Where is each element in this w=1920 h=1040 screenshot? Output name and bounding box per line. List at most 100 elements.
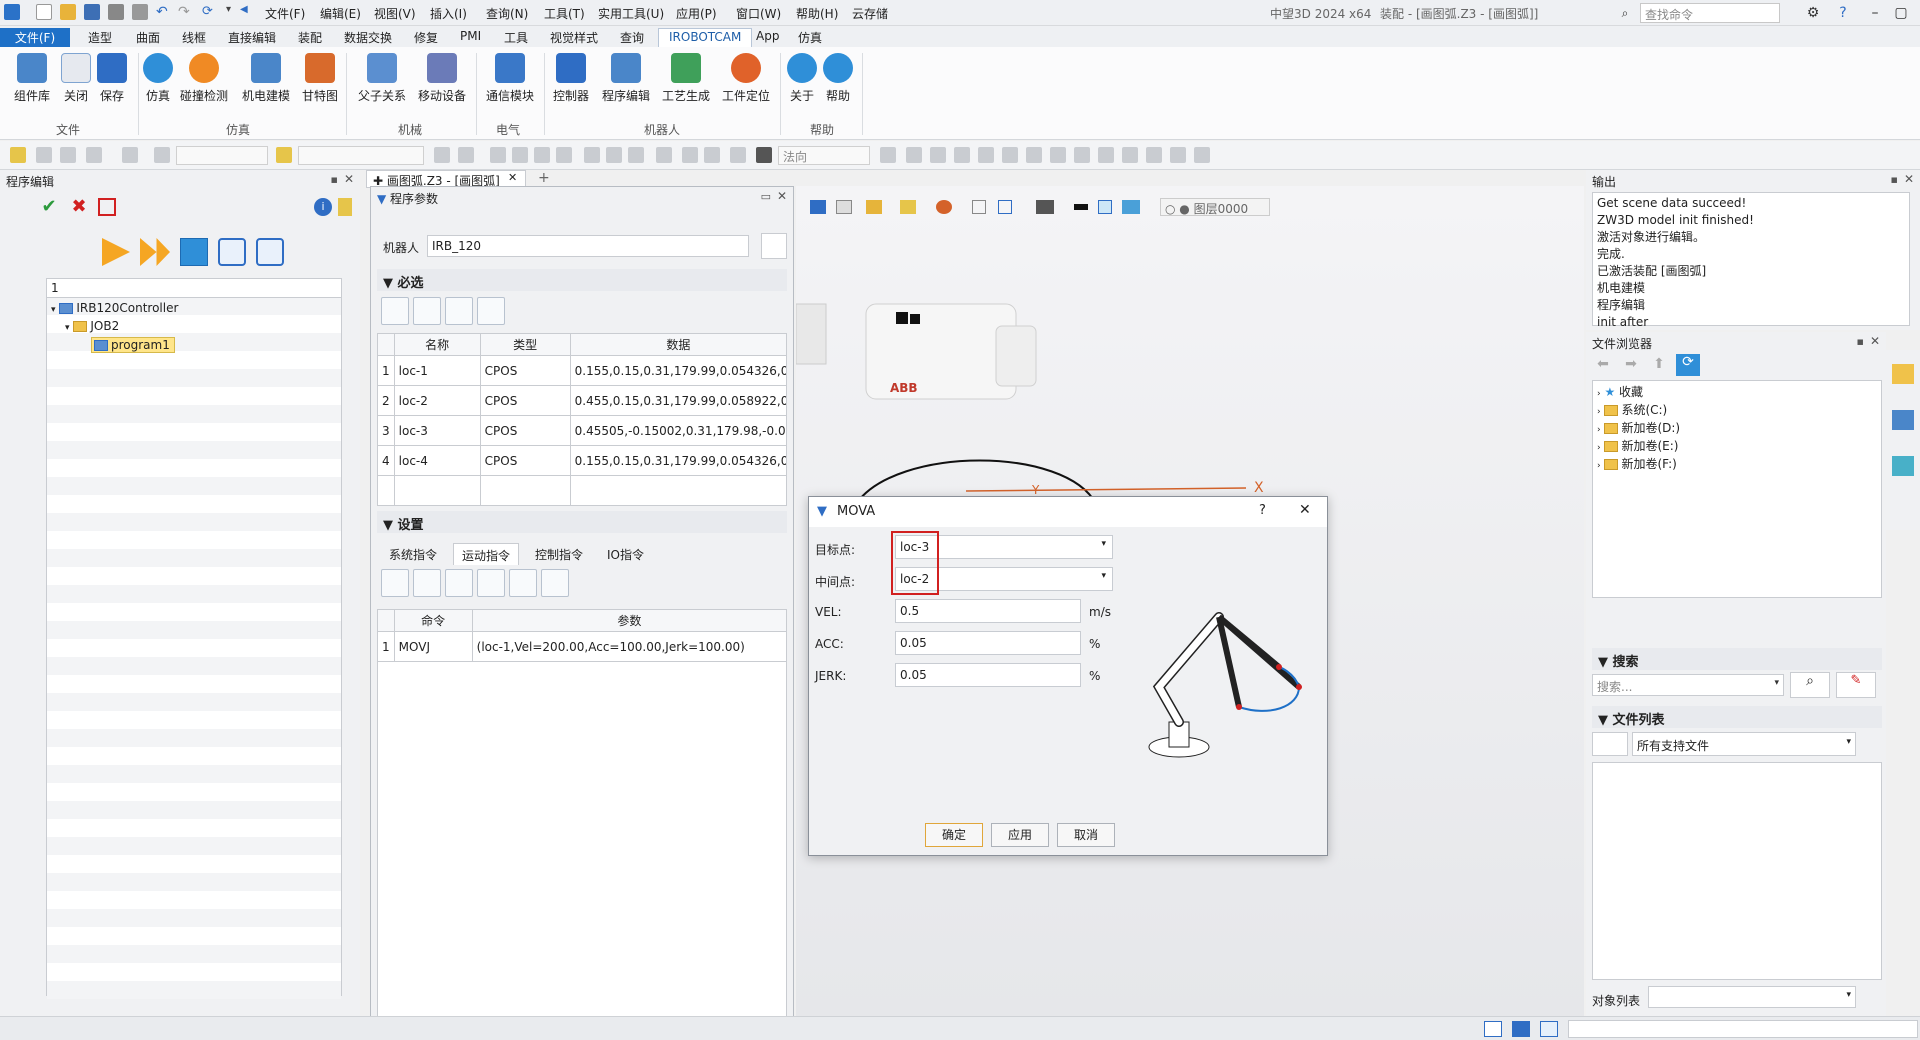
color-swatch-icon[interactable] xyxy=(1098,200,1112,214)
menu-window[interactable]: 窗口(W) xyxy=(736,5,781,22)
snap-2-icon[interactable] xyxy=(512,147,528,163)
tree-item-drive-c[interactable]: › 系统(C:) xyxy=(1597,401,1667,418)
tab-modeling[interactable]: 造型 xyxy=(78,28,122,47)
object-list-combo[interactable]: ▾ xyxy=(1648,986,1856,1008)
tool-k-icon[interactable] xyxy=(1122,147,1138,163)
menu-insert[interactable]: 插入(I) xyxy=(430,5,467,22)
subtab-system[interactable]: 系统指令 xyxy=(381,543,445,565)
help-button[interactable]: 帮助 xyxy=(816,51,860,115)
restore-button[interactable]: ▢ xyxy=(1888,2,1914,24)
mechatronic-model-button[interactable]: 机电建模 xyxy=(238,51,294,115)
pin-icon[interactable]: ▪ xyxy=(1891,173,1898,186)
add-location-icon[interactable] xyxy=(381,297,409,325)
movj-cycle-icon[interactable] xyxy=(381,569,409,597)
program-edit-button[interactable]: 程序编辑 xyxy=(598,51,654,115)
tool-j-icon[interactable] xyxy=(1098,147,1114,163)
tool-l-icon[interactable] xyxy=(1146,147,1162,163)
layer-combo[interactable]: ○ ● 图层0000 xyxy=(1160,198,1270,216)
minimize-button[interactable]: – xyxy=(1862,2,1888,24)
simulate-button[interactable]: 仿真 xyxy=(134,51,182,115)
line-number-field[interactable]: 1 xyxy=(46,278,342,298)
step-into-icon[interactable] xyxy=(218,238,246,266)
tree-item-program[interactable]: program1 xyxy=(91,337,175,353)
tool-f-icon[interactable] xyxy=(1002,147,1018,163)
clear-icon[interactable] xyxy=(98,198,116,216)
snap-6-icon[interactable] xyxy=(606,147,622,163)
view-render-icon[interactable] xyxy=(900,200,916,214)
table-row[interactable]: 4 loc-4 CPOS 0.155,0.15,0.31,179.99,0.05432… xyxy=(377,445,788,476)
select-arrow-icon[interactable] xyxy=(10,147,26,163)
menu-file[interactable]: 文件(F) xyxy=(265,5,305,22)
tab-irobotcam[interactable]: IROBOTCAM xyxy=(658,28,753,47)
crosshair-icon[interactable] xyxy=(36,147,52,163)
process-generate-button[interactable]: 工艺生成 xyxy=(658,51,714,115)
output-log[interactable]: Get scene data succeed! ZW3D model init … xyxy=(1592,192,1910,329)
delete-x-icon[interactable]: ✖ xyxy=(68,196,90,218)
tool-c-icon[interactable] xyxy=(930,147,946,163)
subtab-control[interactable]: 控制指令 xyxy=(527,543,591,565)
check-icon[interactable]: ✔ xyxy=(38,196,60,218)
file-list-section-header[interactable]: ▼ 文件列表 xyxy=(1592,706,1882,728)
tab-repair[interactable]: 修复 xyxy=(404,28,448,47)
menu-help[interactable]: 帮助(H) xyxy=(796,5,838,22)
line-style-icon[interactable] xyxy=(1074,204,1088,210)
view-dim-icon[interactable] xyxy=(998,200,1012,214)
forward-arrow-icon[interactable]: ➡ xyxy=(1620,356,1642,376)
snap-8-icon[interactable] xyxy=(656,147,672,163)
folder-browser-icon[interactable] xyxy=(1892,364,1914,384)
arrow-left-icon[interactable]: ◀ xyxy=(240,4,256,20)
collision-detect-button[interactable]: 碰撞检测 xyxy=(176,51,232,115)
pick-option-icon[interactable] xyxy=(434,147,450,163)
parent-child-button[interactable]: 父子关系 xyxy=(354,51,410,115)
subtab-io[interactable]: IO指令 xyxy=(599,543,652,565)
jerk-input[interactable]: 0.05 xyxy=(895,663,1081,687)
tab-file[interactable]: 文件(F) xyxy=(0,28,70,47)
movc-arc-icon[interactable] xyxy=(477,569,505,597)
direction-combo[interactable]: 法向 xyxy=(778,146,870,165)
tree-item-job[interactable]: ▾ JOB2 xyxy=(65,319,119,333)
stop-icon[interactable] xyxy=(180,238,208,266)
fast-forward-icon[interactable] xyxy=(140,238,170,266)
panel-close-icon[interactable]: ✕ xyxy=(344,172,354,186)
status-input[interactable] xyxy=(1568,1020,1918,1038)
tool-b-icon[interactable] xyxy=(906,147,922,163)
view-section-icon[interactable] xyxy=(972,200,986,214)
snap-10-icon[interactable] xyxy=(704,147,720,163)
vel-input[interactable]: 0.5 xyxy=(895,599,1081,623)
menu-tools[interactable]: 工具(T) xyxy=(544,5,585,22)
undo-icon[interactable]: ↶ xyxy=(156,4,172,20)
pin-icon[interactable]: ▪ xyxy=(331,173,338,186)
view-shade-icon[interactable] xyxy=(866,200,882,214)
table-row[interactable]: 1 loc-1 CPOS 0.155,0.15,0.31,179.99,0.05432… xyxy=(377,355,788,386)
funnel-icon[interactable] xyxy=(154,147,170,163)
view-cube-icon[interactable] xyxy=(810,200,826,214)
open-folder-icon[interactable] xyxy=(60,4,76,20)
gantt-button[interactable]: 甘特图 xyxy=(296,51,344,115)
run-play-icon[interactable] xyxy=(102,238,130,266)
library-icon[interactable] xyxy=(1892,410,1914,430)
tool-m-icon[interactable] xyxy=(1170,147,1186,163)
tab-tools[interactable]: 工具 xyxy=(494,28,538,47)
back-arrow-icon[interactable]: ⬅ xyxy=(1592,356,1614,376)
status-view-icon[interactable] xyxy=(1484,1021,1502,1037)
pick-combo[interactable] xyxy=(298,146,424,165)
params-close-icon[interactable]: ✕ xyxy=(777,189,787,203)
cut-icon[interactable] xyxy=(132,4,148,20)
spline-icon[interactable] xyxy=(541,569,569,597)
tree-item-controller[interactable]: ▾ IRB120Controller xyxy=(51,301,178,315)
snap-icon[interactable] xyxy=(490,147,506,163)
tab-pmi[interactable]: PMI xyxy=(450,28,491,47)
delete-location-icon[interactable] xyxy=(477,297,505,325)
panel-close-icon[interactable]: ✕ xyxy=(1904,172,1914,186)
view-mode-icon[interactable] xyxy=(1592,732,1628,756)
pin-icon[interactable]: ▪ xyxy=(1857,335,1864,348)
cancel-button[interactable]: 取消 xyxy=(1057,823,1115,847)
tool-e-icon[interactable] xyxy=(978,147,994,163)
program-tree[interactable]: ▾ IRB120Controller ▾ JOB2 program1 xyxy=(46,278,342,999)
settings-section-header[interactable]: ▼ 设置 xyxy=(377,511,787,533)
view-display-icon[interactable] xyxy=(1036,200,1054,214)
view-wire-icon[interactable] xyxy=(836,200,852,214)
move-device-button[interactable]: 移动设备 xyxy=(414,51,470,115)
robot-pick-icon[interactable] xyxy=(761,233,787,259)
tab-wireframe[interactable]: 线框 xyxy=(172,28,216,47)
